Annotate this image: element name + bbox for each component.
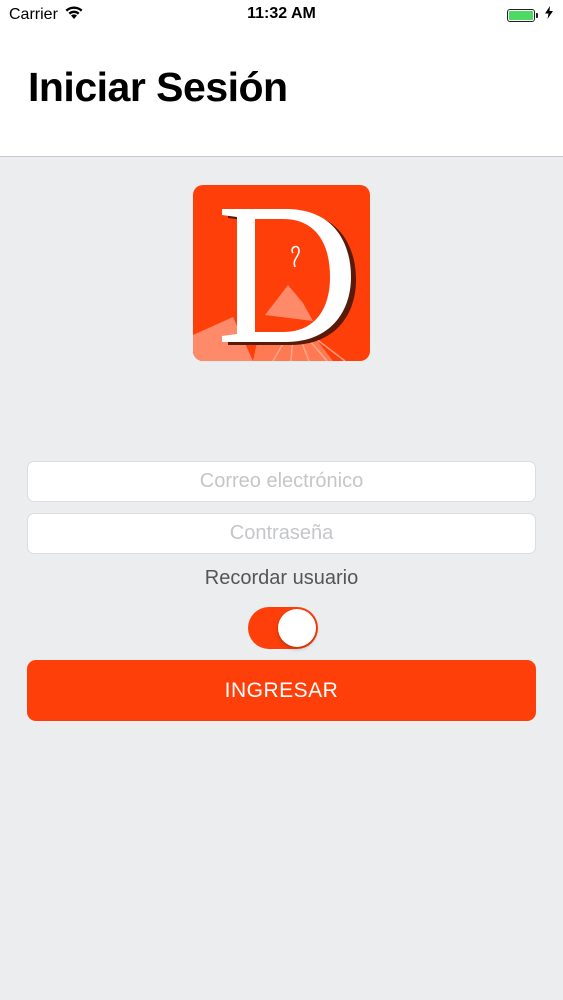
charging-bolt-icon: [545, 6, 553, 24]
battery-level: [509, 10, 533, 20]
status-bar: Carrier 11:32 AM: [0, 0, 563, 30]
remember-user-label: Recordar usuario: [204, 567, 359, 589]
email-input[interactable]: [27, 461, 536, 502]
battery-icon: [507, 8, 538, 22]
password-input[interactable]: [27, 513, 536, 554]
app-logo: [193, 185, 370, 361]
remember-user-toggle[interactable]: [248, 607, 318, 649]
login-button[interactable]: INGRESAR: [27, 660, 536, 721]
status-right: [507, 6, 553, 24]
page-title: Iniciar Sesión: [28, 64, 288, 110]
status-time: 11:32 AM: [247, 5, 316, 22]
toggle-knob: [278, 609, 316, 647]
